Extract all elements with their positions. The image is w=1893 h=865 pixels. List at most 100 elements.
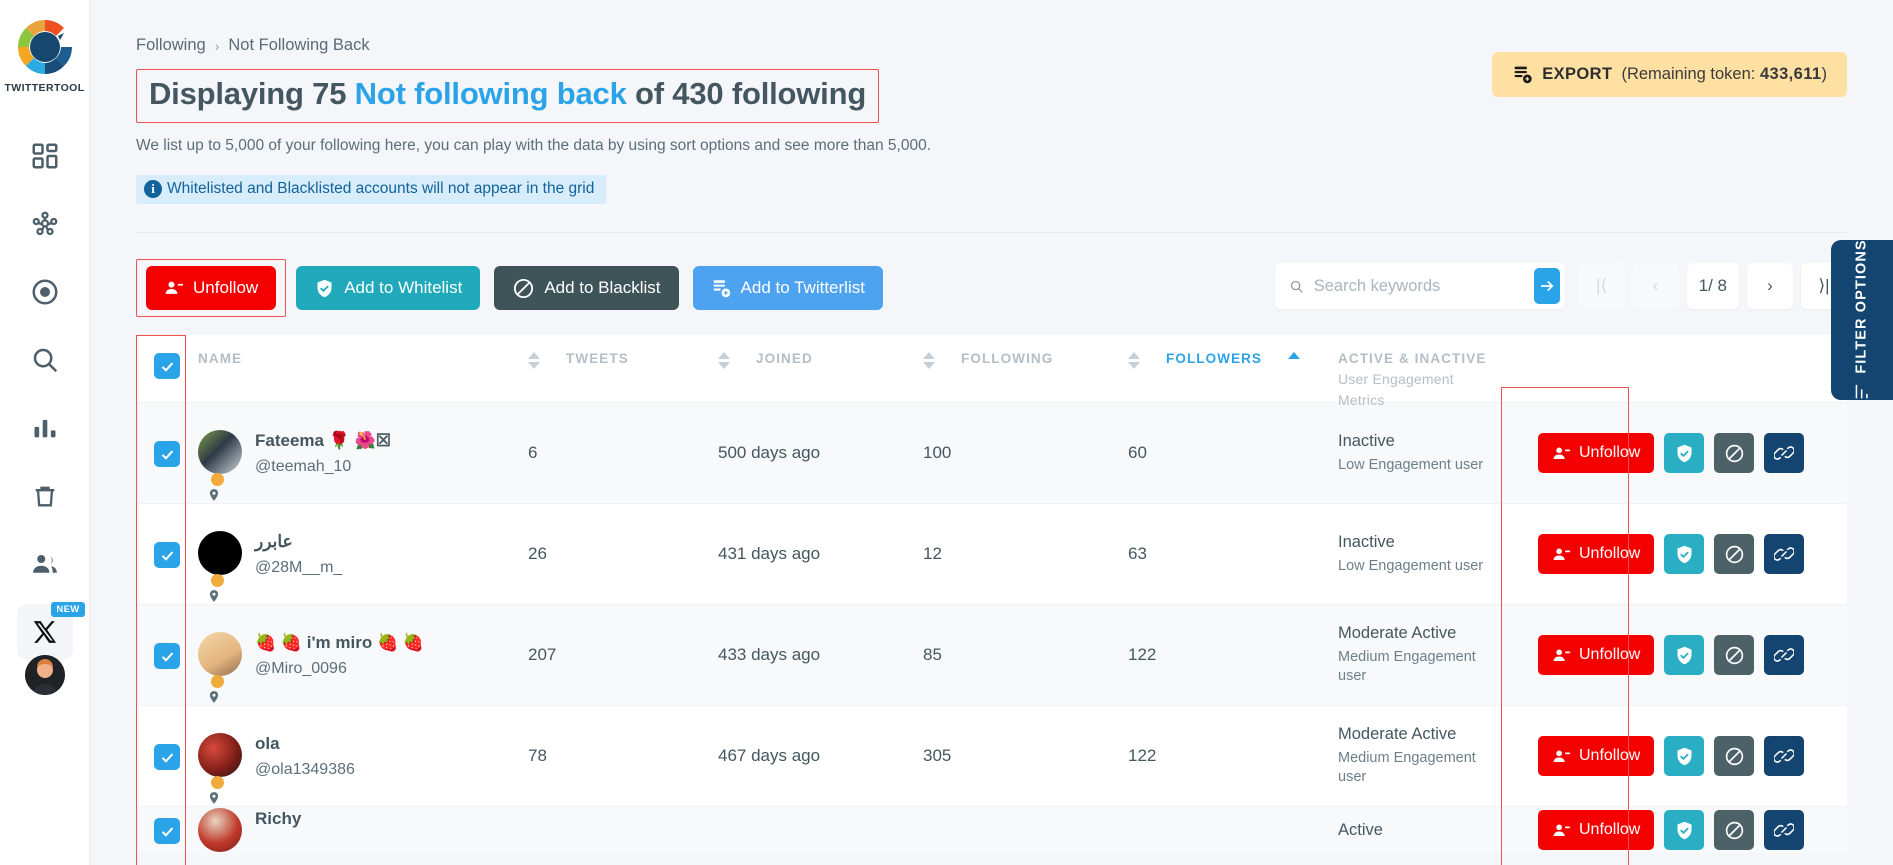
sort-icon-joined[interactable]	[718, 352, 730, 369]
app-logo[interactable]: TWITTERTOOL	[4, 16, 84, 94]
sort-icon-tweets[interactable]	[528, 352, 540, 369]
row-actions: Unfollow	[1538, 534, 1847, 574]
filter-options-tab[interactable]: FILTER OPTIONS	[1831, 239, 1893, 400]
export-token-value: 433,611	[1759, 65, 1822, 83]
row-tweets: 207	[528, 645, 557, 664]
row-unfollow-button[interactable]: Unfollow	[1538, 736, 1655, 776]
row-link-button[interactable]	[1764, 635, 1805, 675]
export-token-suffix: )	[1821, 65, 1828, 83]
row-blacklist-button[interactable]	[1714, 635, 1755, 675]
sidebar-item-analytics[interactable]	[17, 400, 73, 456]
users-table: NAME TWEETS JOINED FOLLOWING FOLLOWERS A…	[136, 335, 1847, 865]
page-subtitle: We list up to 5,000 of your following he…	[136, 137, 932, 154]
pagination-page-indicator: 1/ 8	[1686, 263, 1739, 309]
avatar[interactable]	[198, 530, 242, 602]
table-row[interactable]: Richy Active Unfollow	[136, 807, 1847, 853]
row-whitelist-button[interactable]	[1664, 635, 1705, 675]
row-checkbox[interactable]	[154, 542, 180, 568]
row-whitelist-button[interactable]	[1664, 534, 1705, 574]
column-header-following[interactable]: FOLLOWING	[923, 351, 1128, 369]
row-blacklist-button[interactable]	[1714, 736, 1755, 776]
row-unfollow-button[interactable]: Unfollow	[1538, 635, 1655, 675]
breadcrumb-parent[interactable]: Following	[136, 36, 206, 55]
row-handle[interactable]: @ola1349386	[255, 761, 355, 779]
row-tweets: 78	[528, 746, 547, 765]
row-actions: Unfollow	[1538, 736, 1847, 776]
sidebar-item-target[interactable]	[17, 264, 73, 320]
sidebar-item-network[interactable]	[17, 196, 73, 252]
column-header-joined-label: JOINED	[756, 351, 813, 366]
column-header-joined[interactable]: JOINED	[718, 351, 923, 369]
export-button[interactable]: EXPORT (Remaining token: 433,611)	[1492, 52, 1847, 97]
avatar[interactable]	[198, 429, 242, 501]
search-submit-button[interactable]	[1533, 268, 1560, 304]
bulk-unfollow-button[interactable]: Unfollow	[146, 266, 277, 310]
avatar[interactable]	[198, 631, 242, 703]
row-link-button[interactable]	[1764, 433, 1805, 473]
row-link-button[interactable]	[1764, 534, 1805, 574]
row-whitelist-button[interactable]	[1664, 810, 1705, 850]
column-header-tweets[interactable]: TWEETS	[528, 351, 718, 369]
sidebar-item-trash[interactable]	[17, 468, 73, 524]
select-all-checkbox[interactable]	[154, 353, 180, 379]
row-user-cell: ola @ola1349386	[198, 732, 528, 804]
table-row[interactable]: ola @ola1349386 78 467 days ago 305 122 …	[136, 706, 1847, 807]
row-unfollow-button[interactable]: Unfollow	[1538, 534, 1655, 574]
row-unfollow-button[interactable]: Unfollow	[1538, 433, 1655, 473]
avatar[interactable]	[198, 732, 242, 804]
avatar[interactable]	[198, 808, 242, 852]
row-handle[interactable]: @28M__m_	[255, 559, 342, 577]
row-engagement: Low Engagement user	[1338, 557, 1484, 574]
row-handle[interactable]: @teemah_10	[255, 458, 391, 476]
row-user-cell: Fateema 🌹 🌺☒ @teemah_10	[198, 429, 528, 501]
row-whitelist-button[interactable]	[1664, 433, 1705, 473]
add-to-blacklist-button[interactable]: Add to Blacklist	[494, 266, 679, 310]
row-activity-status: Active	[1338, 820, 1383, 839]
sidebar-item-x[interactable]: NEW	[16, 602, 85, 660]
search-input[interactable]	[1313, 276, 1534, 296]
pagination-next-button[interactable]: ›	[1747, 263, 1793, 309]
row-engagement: Medium Engagement user	[1338, 649, 1476, 684]
row-link-button[interactable]	[1764, 810, 1805, 850]
user-minus-icon	[1553, 648, 1571, 661]
list-add-icon	[713, 279, 730, 297]
link-icon	[1774, 547, 1795, 561]
row-activity-cell: Moderate Active Medium Engagement user	[1338, 725, 1538, 787]
row-blacklist-button[interactable]	[1714, 433, 1755, 473]
sidebar-item-search[interactable]	[17, 332, 73, 388]
sort-icon-followers[interactable]	[1128, 352, 1140, 369]
row-checkbox[interactable]	[154, 643, 180, 669]
table-row[interactable]: Fateema 🌹 🌺☒ @teemah_10 6 500 days ago 1…	[136, 403, 1847, 504]
table-row[interactable]: 🍓 🍓 i'm miro 🍓 🍓 @Miro_0096 207 433 days…	[136, 605, 1847, 706]
row-checkbox[interactable]	[154, 441, 180, 467]
sort-icon-followers-active[interactable]	[1288, 352, 1301, 359]
unfollow-button-highlight: Unfollow	[136, 259, 287, 317]
user-minus-icon	[1553, 749, 1571, 762]
user-minus-icon	[1553, 446, 1571, 459]
main-content: Following › Not Following Back Displayin…	[90, 0, 1893, 865]
column-header-followers[interactable]: FOLLOWERS	[1128, 351, 1338, 369]
filter-options-inner: FILTER OPTIONS	[1853, 239, 1871, 400]
row-unfollow-button[interactable]: Unfollow	[1538, 810, 1655, 850]
user-avatar[interactable]	[24, 655, 65, 695]
row-blacklist-button[interactable]	[1714, 810, 1755, 850]
pagination-first-button[interactable]: |⟨	[1578, 263, 1625, 309]
row-tweets: 26	[528, 544, 547, 563]
table-row[interactable]: عابرر @28M__m_ 26 431 days ago 12 63 Ina…	[136, 504, 1847, 605]
sidebar-item-users[interactable]	[17, 536, 73, 592]
export-label: EXPORT	[1542, 65, 1613, 83]
table-header-row: NAME TWEETS JOINED FOLLOWING FOLLOWERS A…	[136, 335, 1847, 408]
filter-icon	[1856, 384, 1869, 399]
sidebar-item-dashboard[interactable]	[17, 128, 73, 184]
row-blacklist-button[interactable]	[1714, 534, 1755, 574]
sort-icon-following[interactable]	[923, 352, 935, 369]
row-handle[interactable]: @Miro_0096	[255, 660, 424, 678]
column-header-name[interactable]: NAME	[198, 351, 528, 366]
row-link-button[interactable]	[1764, 736, 1805, 776]
pagination-prev-button[interactable]: ‹	[1632, 263, 1679, 309]
row-checkbox[interactable]	[154, 744, 180, 770]
row-checkbox[interactable]	[154, 818, 180, 844]
row-whitelist-button[interactable]	[1664, 736, 1705, 776]
add-to-twitterlist-button[interactable]: Add to Twitterlist	[692, 266, 883, 310]
add-to-whitelist-button[interactable]: Add to Whitelist	[296, 266, 481, 310]
